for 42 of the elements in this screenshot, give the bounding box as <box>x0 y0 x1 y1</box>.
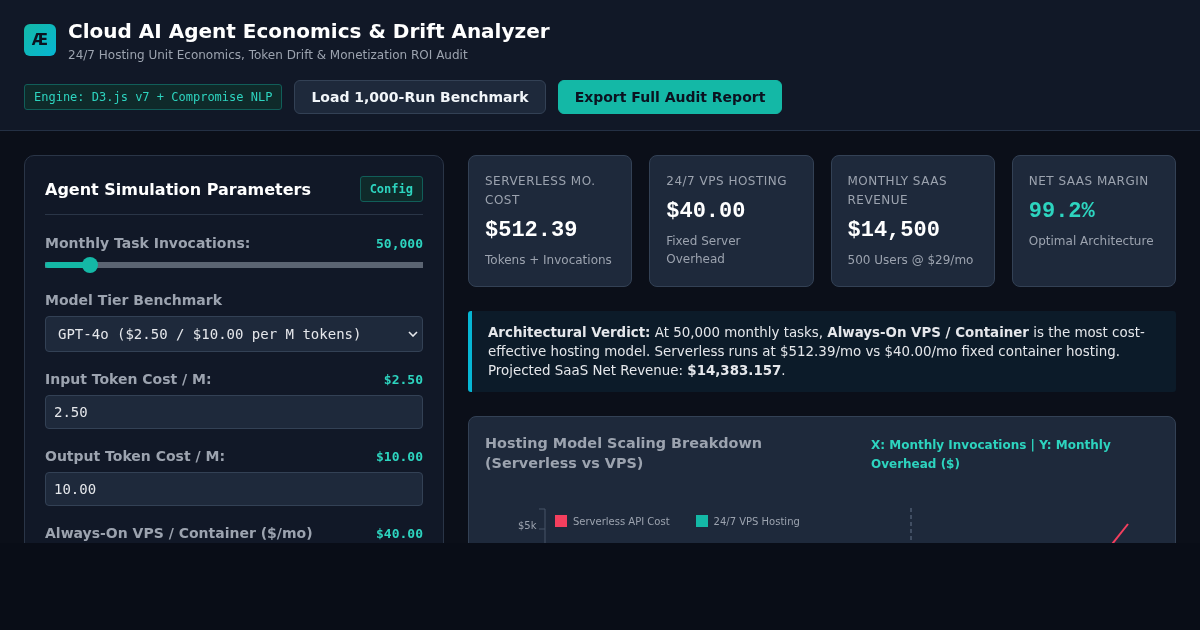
export-button[interactable]: Export Full Audit Report <box>557 80 783 114</box>
field-value: 50,000 <box>376 235 423 251</box>
slider-thumb[interactable] <box>82 257 99 273</box>
legend-label: 24/7 VPS Hosting <box>713 515 800 527</box>
stat-note: 500 Users @ $29/mo <box>847 252 975 269</box>
field-value: $10.00 <box>376 448 423 464</box>
app-title: Cloud AI Agent Economics & Drift Analyzer <box>68 18 550 45</box>
stat-label: SERVERLESS MO. COST <box>485 173 597 209</box>
stat-label: NET SAAS MARGIN <box>1028 173 1150 190</box>
stat-label: 24/7 VPS HOSTING <box>666 173 789 190</box>
field-value: $2.50 <box>383 371 423 387</box>
stat-value: 99.2% <box>1028 199 1096 224</box>
model-select[interactable]: GPT-4o ($2.50 / $10.00 per M tokens) <box>45 316 423 352</box>
marker-line <box>910 507 912 543</box>
app-logo: Æ <box>24 24 56 56</box>
chevron-down-icon <box>408 331 418 337</box>
legend-label: Serverless API Cost <box>573 515 670 527</box>
benchmark-button[interactable]: Load 1,000-Run Benchmark <box>294 80 546 114</box>
axes-note: X: Monthly Invocations | Y: Monthly Overhead ($) <box>871 437 1112 473</box>
number-field[interactable]: 2.50 <box>45 395 423 429</box>
field-label: Model Tier Benchmark <box>45 292 222 308</box>
config-badge: Config <box>359 176 423 202</box>
y-axis <box>538 508 546 543</box>
stat-value: $14,500 <box>847 218 941 243</box>
chart-title: Hosting Model Scaling Breakdown (Serverless vs VPS) <box>485 434 763 473</box>
field-label: Always-On VPS / Container ($/mo) <box>45 525 313 541</box>
app-subtitle: 24/7 Hosting Unit Economics, Token Drift & Monetization ROI Audit <box>68 48 469 62</box>
number-field[interactable]: 10.00 <box>45 472 423 506</box>
verdict-text: Architectural Verdict: At 50,000 monthly tasks, Always-On VPS / Container is the most cost-effective hosting model. Serverless runs at $512.39/mo vs $40.00/mo fixed container hosting. Projected SaaS Net Revenue: $14,383.157. <box>488 324 1146 380</box>
field-label: Output Token Cost / M: <box>45 448 225 464</box>
field-value: $40.00 <box>376 525 423 541</box>
y-tick-label: $5k <box>518 520 537 531</box>
panel-title: Agent Simulation Parameters <box>45 179 311 199</box>
field-label: Input Token Cost / M: <box>45 371 212 387</box>
stat-value: $40.00 <box>666 199 747 224</box>
stat-note: Tokens + Invocations <box>485 252 613 269</box>
stat-note: Optimal Architecture <box>1028 233 1155 250</box>
stat-value: $512.39 <box>485 218 579 243</box>
stat-note: Fixed Server Overhead <box>666 233 742 268</box>
stat-label: MONTHLY SAAS REVENUE <box>847 173 949 209</box>
field-label: Monthly Task Invocations: <box>45 235 251 251</box>
engine-badge: Engine: D3.js v7 + Compromise NLP <box>24 84 283 110</box>
